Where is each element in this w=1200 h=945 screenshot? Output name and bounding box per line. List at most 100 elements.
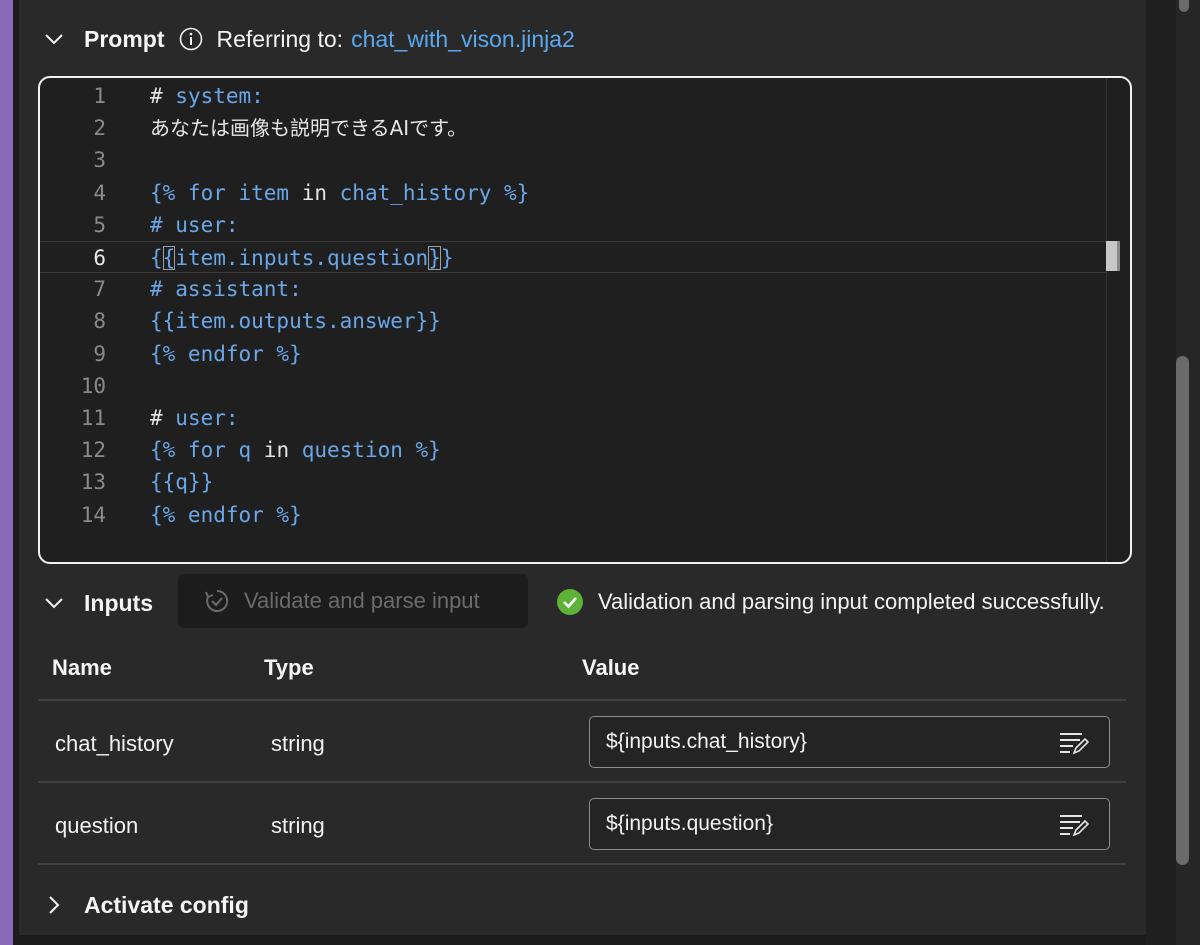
code-token: {{q}}: [150, 470, 214, 495]
chevron-down-icon[interactable]: [44, 593, 64, 613]
code-line[interactable]: 3: [40, 144, 1106, 176]
code-token: {% endfor %}: [150, 341, 302, 366]
input-type-cell: string: [271, 813, 325, 838]
line-number: 3: [93, 148, 106, 173]
bracket-match: }: [428, 246, 441, 270]
line-number: 13: [80, 470, 106, 495]
code-line[interactable]: 13 {{q}}: [40, 466, 1106, 498]
code-text: {% for q in question %}: [150, 434, 441, 466]
code-token: あなたは画像も説明できるAIです。: [150, 116, 468, 141]
code-text: {{item.inputs.question}}: [150, 242, 454, 274]
code-text: # system:: [150, 80, 264, 112]
table-row-divider: [38, 863, 1126, 865]
validation-status-text: Validation and parsing input completed s…: [598, 589, 1105, 614]
edit-value-icon[interactable]: [1059, 811, 1089, 839]
info-icon[interactable]: [179, 27, 203, 51]
column-header-name: Name: [52, 655, 112, 680]
editor-scrollbar[interactable]: [1106, 78, 1130, 562]
bracket-match: {: [162, 246, 176, 270]
referring-label: Referring to:: [216, 25, 344, 52]
code-line[interactable]: 7 # assistant:: [40, 273, 1106, 305]
column-header-value: Value: [582, 655, 640, 680]
code-line[interactable]: 9 {% endfor %}: [40, 338, 1106, 370]
code-text: {% for item in chat_history %}: [150, 177, 529, 209]
code-text: # assistant:: [150, 273, 302, 305]
validate-parse-input-button[interactable]: Validate and parse input: [178, 574, 528, 628]
code-text: {% endfor %}: [150, 338, 302, 370]
code-line[interactable]: 5 # user:: [40, 209, 1106, 241]
code-token: in: [263, 438, 290, 463]
chevron-down-icon[interactable]: [44, 29, 64, 49]
column-header-type: Type: [264, 655, 314, 680]
line-number: 9: [93, 341, 106, 366]
prompt-flow-node-panel: Prompt Referring to: chat_with_vison.jin…: [0, 0, 1200, 945]
validation-status: Validation and parsing input completed s…: [556, 586, 1105, 618]
line-number: 7: [93, 277, 106, 302]
code-line[interactable]: 1 # system:: [40, 80, 1106, 112]
input-value-field[interactable]: ${inputs.question}: [589, 798, 1110, 850]
line-number: 14: [80, 502, 106, 527]
input-value-field[interactable]: ${inputs.chat_history}: [589, 716, 1110, 768]
scrollbar-top-fragment: [1179, 0, 1189, 12]
prompt-code-editor[interactable]: 1 # system: 2 あなたは画像も説明できるAIです。 3 4 {% for ite…: [38, 76, 1132, 564]
code-line[interactable]: 4 {% for item in chat_history %}: [40, 177, 1106, 209]
inputs-section-title: Inputs: [84, 589, 153, 616]
code-text: {{q}}: [150, 466, 213, 498]
success-check-icon: [557, 589, 583, 615]
activate-config-title: Activate config: [84, 891, 249, 918]
code-token: # user:: [150, 212, 239, 237]
edit-value-icon[interactable]: [1059, 729, 1089, 757]
line-number: 1: [93, 84, 106, 108]
node-accent-bar: [0, 0, 13, 945]
code-token: }: [440, 246, 454, 270]
panel-bottom-edge: [19, 935, 1146, 945]
code-text: あなたは画像も説明できるAIです。: [150, 112, 467, 144]
chevron-right-icon[interactable]: [44, 895, 64, 915]
prompt-section-header: Prompt Referring to: chat_with_vison.jin…: [44, 19, 575, 59]
code-token: system:: [175, 84, 264, 108]
code-token: {{item.outputs.answer}}: [150, 309, 441, 334]
prompt-section-title: Prompt: [84, 25, 165, 52]
code-token: {: [150, 246, 163, 270]
table-divider: [38, 699, 1126, 701]
validate-button-label: Validate and parse input: [244, 588, 480, 613]
line-number: 2: [93, 116, 106, 141]
inputs-section-header: Inputs: [44, 583, 153, 623]
editor-scroll-cursor-marker: [1117, 241, 1120, 271]
code-text: {{item.outputs.answer}}: [150, 305, 441, 337]
code-token: {% for q: [150, 438, 264, 463]
code-line[interactable]: 14 {% endfor %}: [40, 499, 1106, 531]
code-line[interactable]: 11 # user:: [40, 402, 1106, 434]
line-number: 6: [93, 246, 106, 270]
line-number: 5: [93, 212, 106, 237]
table-row-divider: [38, 781, 1126, 783]
line-number: 11: [80, 406, 106, 430]
code-token: {% for item: [150, 180, 302, 205]
input-name-cell: chat_history: [55, 731, 174, 756]
input-type-cell: string: [271, 731, 325, 756]
line-number: 8: [93, 309, 106, 334]
activate-config-header[interactable]: Activate config: [44, 885, 249, 925]
code-text: # user:: [150, 209, 239, 241]
code-token: in: [301, 180, 328, 205]
code-text: # user:: [150, 402, 239, 434]
code-token: {% endfor %}: [150, 502, 302, 527]
page-scrollbar-thumb[interactable]: [1176, 356, 1189, 865]
code-token: item.inputs.question: [175, 246, 429, 270]
code-line[interactable]: 8 {{item.outputs.answer}}: [40, 305, 1106, 337]
input-value-text: ${inputs.question}: [606, 812, 773, 835]
editor-scroll-position-marker: [1106, 241, 1117, 271]
code-line[interactable]: 12 {% for q in question %}: [40, 434, 1106, 466]
code-line[interactable]: 10: [40, 370, 1106, 402]
line-number: 10: [80, 373, 106, 398]
right-gutter: [1146, 0, 1176, 945]
template-file-link[interactable]: chat_with_vison.jinja2: [351, 26, 575, 53]
line-number: 12: [80, 438, 106, 463]
code-token: #: [150, 406, 176, 430]
code-token: #: [150, 84, 176, 108]
input-value-text: ${inputs.chat_history}: [606, 730, 807, 753]
code-line[interactable]: 6 {{item.inputs.question}}: [40, 241, 1106, 273]
code-line[interactable]: 2 あなたは画像も説明できるAIです。: [40, 112, 1106, 144]
line-number: 4: [93, 180, 106, 205]
code-token: user:: [175, 406, 239, 430]
